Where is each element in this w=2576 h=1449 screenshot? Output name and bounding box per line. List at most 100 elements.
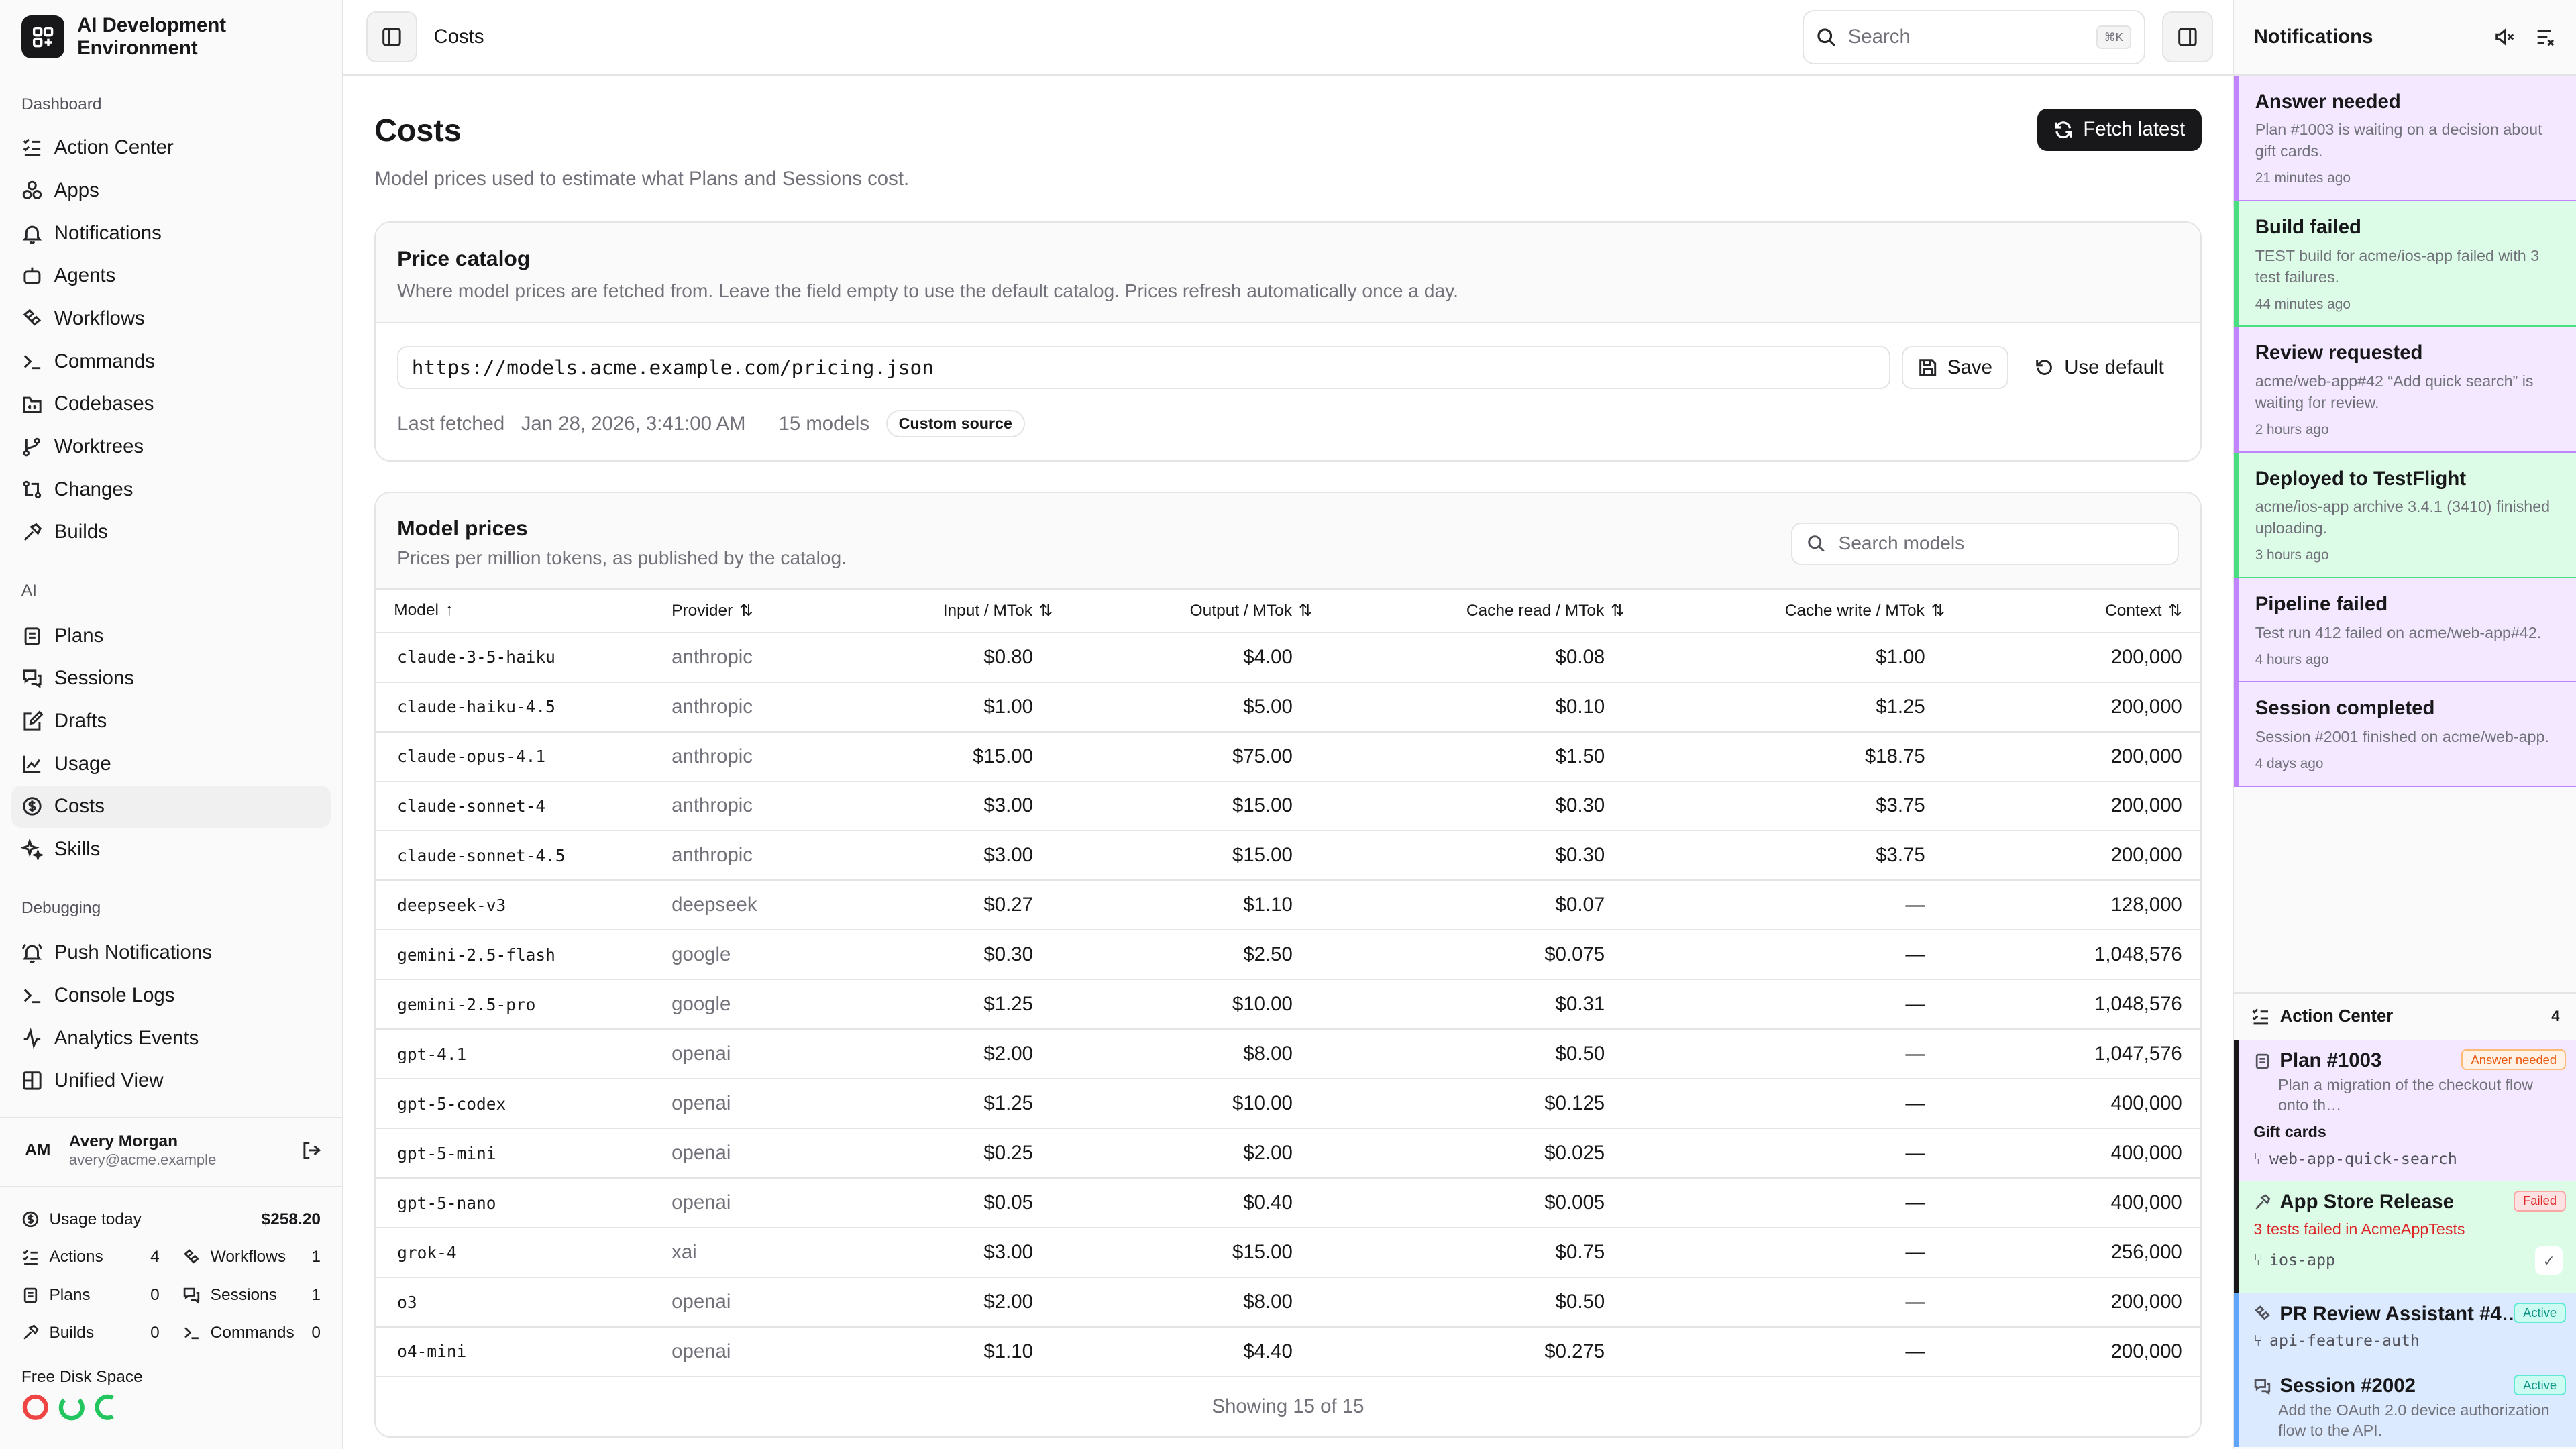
notification-item[interactable]: Answer needed Plan #1003 is waiting on a … bbox=[2234, 75, 2576, 201]
action-item-session[interactable]: Session #2002 Active Add the OAuth 2.0 d… bbox=[2234, 1364, 2576, 1448]
notification-item[interactable]: Review requested acme/web-app#42 “Add qui… bbox=[2234, 327, 2576, 453]
notification-item[interactable]: Session completed Session #2001 finished … bbox=[2234, 682, 2576, 787]
column-header-cache-read[interactable]: Cache read / MTok ⇅ bbox=[1322, 589, 1635, 633]
cache-write-cell: $18.75 bbox=[1634, 731, 1955, 782]
mute-icon[interactable] bbox=[2494, 26, 2516, 48]
notifications-title: Notifications bbox=[2253, 25, 2373, 48]
column-header-context[interactable]: Context ⇅ bbox=[1954, 589, 2200, 633]
column-header-cache-write[interactable]: Cache write / MTok ⇅ bbox=[1634, 589, 1955, 633]
sidebar-item-plans[interactable]: Plans bbox=[0, 614, 331, 657]
sidebar-item-changes[interactable]: Changes bbox=[0, 468, 331, 511]
table-row[interactable]: grok-4 xai $3.00 $15.00 $0.75—256,000 bbox=[376, 1228, 2200, 1279]
action-item-plan[interactable]: Plan #1003 Answer needed Plan a migratio… bbox=[2234, 1039, 2576, 1181]
column-header-input[interactable]: Input / MTok ⇅ bbox=[869, 589, 1063, 633]
use-default-button[interactable]: Use default bbox=[2020, 346, 2179, 389]
usage-today-value: $258.20 bbox=[261, 1210, 321, 1228]
cache-write-cell: — bbox=[1634, 1228, 1955, 1279]
draft-icon bbox=[23, 710, 43, 731]
table-row[interactable]: o4-mini openai $1.10 $4.40 $0.275—200,000 bbox=[376, 1327, 2200, 1377]
sidebar-item-skills[interactable]: Skills bbox=[0, 828, 331, 871]
sidebar-item-workflows[interactable]: Workflows bbox=[0, 297, 331, 340]
table-row[interactable]: claude-3-5-haiku anthropic $0.80 $4.00 $0.08… bbox=[376, 632, 2200, 683]
sidebar-item-usage[interactable]: Usage bbox=[0, 743, 331, 786]
input-price-cell: $2.00 bbox=[869, 1277, 1063, 1328]
model-search-input[interactable]: Search models bbox=[1790, 522, 2179, 566]
git-branch-icon bbox=[23, 437, 40, 457]
table-row[interactable]: claude-haiku-4.5 anthropic $1.00 $5.00 $0.10… bbox=[376, 682, 2200, 733]
table-row[interactable]: gpt-5-mini openai $0.25 $2.00 $0.025—400,000 bbox=[376, 1128, 2200, 1179]
sidebar-item-codebases[interactable]: Codebases bbox=[0, 383, 331, 426]
sidebar-item-console-logs[interactable]: Console Logs bbox=[0, 974, 331, 1017]
fetch-latest-button[interactable]: Fetch latest bbox=[2037, 108, 2202, 152]
sidebar-item-builds[interactable]: Builds bbox=[0, 511, 331, 554]
column-header-provider[interactable]: Provider ⇅ bbox=[672, 589, 869, 633]
column-header-model[interactable]: Model ↑ bbox=[376, 589, 672, 633]
provider-cell: anthropic bbox=[672, 731, 869, 782]
hammer-icon bbox=[23, 1324, 39, 1340]
logo-icon bbox=[21, 15, 64, 58]
stat-sessions[interactable]: Sessions 1 bbox=[182, 1276, 321, 1313]
input-price-cell: $0.25 bbox=[869, 1128, 1063, 1179]
action-item-pr-review[interactable]: PR Review Assistant #4… Active ⑂ api-feat… bbox=[2234, 1292, 2576, 1365]
workflow-icon bbox=[184, 1249, 199, 1264]
input-price-cell: $0.05 bbox=[869, 1178, 1063, 1229]
column-header-output[interactable]: Output / MTok ⇅ bbox=[1063, 589, 1322, 633]
table-row[interactable]: gpt-4.1 openai $2.00 $8.00 $0.50—1,047,576 bbox=[376, 1029, 2200, 1080]
notification-description: TEST build for acme/ios-app failed with … bbox=[2255, 246, 2540, 286]
usage-today-row: Usage today $258.20 bbox=[21, 1201, 321, 1238]
sidebar-item-analytics-events[interactable]: Analytics Events bbox=[0, 1017, 331, 1060]
sidebar-item-agents[interactable]: Agents bbox=[0, 255, 331, 298]
table-row[interactable]: gemini-2.5-flash google $0.30 $2.50 $0.075—1… bbox=[376, 930, 2200, 981]
table-row[interactable]: claude-sonnet-4 anthropic $3.00 $15.00 $0.30… bbox=[376, 781, 2200, 832]
table-row[interactable]: claude-sonnet-4.5 anthropic $3.00 $15.00 $0.… bbox=[376, 830, 2200, 881]
last-fetched-label: Last fetched bbox=[397, 412, 505, 435]
table-row[interactable]: deepseek-v3 deepseek $0.27 $1.10 $0.07—128,0… bbox=[376, 880, 2200, 931]
app-logo[interactable]: AI Development Environment bbox=[0, 0, 342, 74]
sidebar-item-unified-view[interactable]: Unified View bbox=[0, 1059, 331, 1102]
table-row[interactable]: gemini-2.5-pro google $1.25 $10.00 $0.31—1,0… bbox=[376, 979, 2200, 1030]
table-row[interactable]: claude-opus-4.1 anthropic $15.00 $75.00 $1.5… bbox=[376, 731, 2200, 782]
stat-commands[interactable]: Commands 0 bbox=[182, 1314, 321, 1352]
stat-workflows[interactable]: Workflows 1 bbox=[182, 1238, 321, 1276]
notification-item[interactable]: Build failed TEST build for acme/ios-app … bbox=[2234, 201, 2576, 327]
check-icon[interactable]: ✓ bbox=[2534, 1246, 2563, 1275]
context-cell: 128,000 bbox=[1954, 880, 2200, 931]
list-check-icon bbox=[22, 1249, 38, 1265]
toggle-panel-button[interactable] bbox=[2161, 11, 2213, 63]
notification-description: Session #2001 finished on acme/web-app. bbox=[2255, 728, 2549, 746]
clear-all-icon[interactable] bbox=[2535, 26, 2557, 48]
catalog-url-input[interactable]: https://models.acme.example.com/pricing.… bbox=[397, 345, 1890, 389]
save-button[interactable]: Save bbox=[1901, 345, 2008, 389]
notification-item[interactable]: Pipeline failed Test run 412 failed on ac… bbox=[2234, 578, 2576, 683]
sort-icon: ⇅ bbox=[1611, 602, 1625, 621]
action-item-app-store-release[interactable]: App Store Release Failed 3 tests failed … bbox=[2234, 1181, 2576, 1293]
sidebar-item-sessions[interactable]: Sessions bbox=[0, 657, 331, 700]
sort-icon: ⇅ bbox=[2168, 602, 2182, 621]
sidebar-item-costs[interactable]: Costs bbox=[11, 785, 331, 828]
sidebar-item-notifications[interactable]: Notifications bbox=[0, 212, 331, 255]
sidebar-item-worktrees[interactable]: Worktrees bbox=[0, 425, 331, 468]
stat-builds[interactable]: Builds 0 bbox=[21, 1314, 160, 1352]
stat-plans[interactable]: Plans 0 bbox=[21, 1276, 160, 1313]
cache-read-cell: $0.005 bbox=[1322, 1178, 1635, 1229]
toggle-sidebar-button[interactable] bbox=[366, 11, 418, 63]
model-prices-table: Model ↑ Provider ⇅ Input / MTok ⇅ Output / … bbox=[376, 589, 2200, 1377]
sidebar-item-action-center[interactable]: Action Center bbox=[0, 127, 331, 170]
model-cell: deepseek-v3 bbox=[376, 880, 672, 931]
table-row[interactable]: o3 openai $2.00 $8.00 $0.50—200,000 bbox=[376, 1277, 2200, 1328]
table-row[interactable]: gpt-5-codex openai $1.25 $10.00 $0.125—400,0… bbox=[376, 1079, 2200, 1130]
price-catalog-card: Price catalog Where model prices are fet… bbox=[374, 221, 2202, 462]
sidebar-item-drafts[interactable]: Drafts bbox=[0, 700, 331, 743]
logout-icon[interactable] bbox=[301, 1140, 323, 1161]
sidebar-item-push-notifications[interactable]: Push Notifications bbox=[0, 931, 331, 974]
sidebar-item-apps[interactable]: Apps bbox=[0, 169, 331, 212]
global-search[interactable]: Search ⌘K bbox=[1802, 9, 2146, 64]
stat-actions[interactable]: Actions 4 bbox=[21, 1238, 160, 1276]
apps-icon bbox=[22, 180, 42, 200]
error-text: 3 tests failed in AcmeAppTests bbox=[2253, 1220, 2465, 1238]
model-cell: o3 bbox=[376, 1277, 672, 1328]
notification-item[interactable]: Deployed to TestFlight acme/ios-app archi… bbox=[2234, 452, 2576, 578]
table-row[interactable]: gpt-5-nano openai $0.05 $0.40 $0.005—400,000 bbox=[376, 1178, 2200, 1229]
last-fetched-value: Jan 28, 2026, 3:41:00 AM bbox=[521, 412, 746, 435]
sidebar-item-commands[interactable]: Commands bbox=[0, 340, 331, 383]
